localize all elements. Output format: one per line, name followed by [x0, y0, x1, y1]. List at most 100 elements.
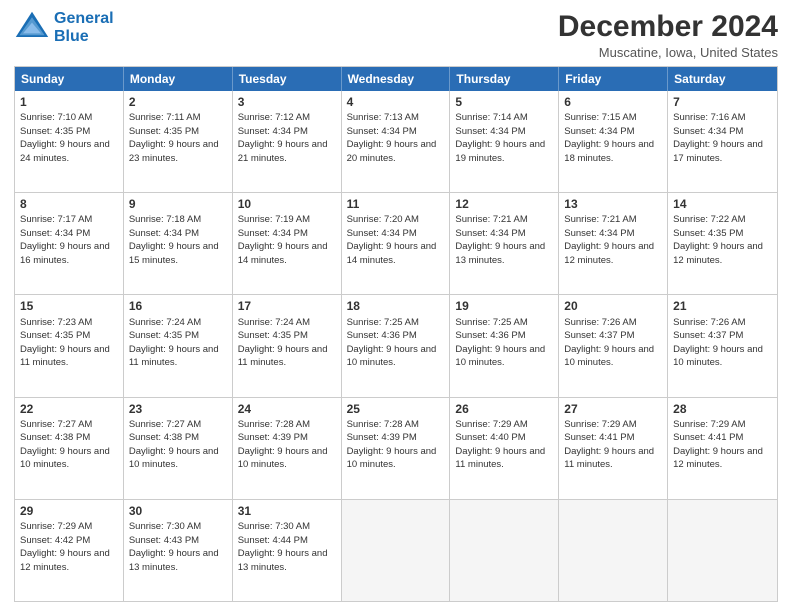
cell-info: Sunrise: 7:26 AMSunset: 4:37 PMDaylight:… [673, 317, 763, 369]
day-number: 6 [564, 94, 662, 110]
header-monday: Monday [124, 67, 233, 91]
day-number: 21 [673, 298, 772, 314]
cal-cell: 23 Sunrise: 7:27 AMSunset: 4:38 PMDaylig… [124, 398, 233, 499]
day-number: 8 [20, 196, 118, 212]
cal-cell: 13 Sunrise: 7:21 AMSunset: 4:34 PMDaylig… [559, 193, 668, 294]
day-number: 27 [564, 401, 662, 417]
cell-info: Sunrise: 7:26 AMSunset: 4:37 PMDaylight:… [564, 317, 654, 369]
day-number: 24 [238, 401, 336, 417]
cell-info: Sunrise: 7:16 AMSunset: 4:34 PMDaylight:… [673, 112, 763, 164]
cell-info: Sunrise: 7:11 AMSunset: 4:35 PMDaylight:… [129, 112, 219, 164]
cal-cell: 1 Sunrise: 7:10 AMSunset: 4:35 PMDayligh… [15, 91, 124, 192]
cal-cell: 25 Sunrise: 7:28 AMSunset: 4:39 PMDaylig… [342, 398, 451, 499]
cal-cell: 16 Sunrise: 7:24 AMSunset: 4:35 PMDaylig… [124, 295, 233, 396]
cell-info: Sunrise: 7:21 AMSunset: 4:34 PMDaylight:… [455, 214, 545, 266]
cell-info: Sunrise: 7:29 AMSunset: 4:42 PMDaylight:… [20, 521, 110, 573]
cell-info: Sunrise: 7:25 AMSunset: 4:36 PMDaylight:… [455, 317, 545, 369]
cal-cell: 17 Sunrise: 7:24 AMSunset: 4:35 PMDaylig… [233, 295, 342, 396]
cal-row-1: 1 Sunrise: 7:10 AMSunset: 4:35 PMDayligh… [15, 91, 777, 192]
cell-info: Sunrise: 7:24 AMSunset: 4:35 PMDaylight:… [238, 317, 328, 369]
day-number: 18 [347, 298, 445, 314]
cal-cell: 19 Sunrise: 7:25 AMSunset: 4:36 PMDaylig… [450, 295, 559, 396]
cell-info: Sunrise: 7:30 AMSunset: 4:44 PMDaylight:… [238, 521, 328, 573]
cell-info: Sunrise: 7:23 AMSunset: 4:35 PMDaylight:… [20, 317, 110, 369]
logo-line1: General [54, 10, 114, 27]
day-number: 4 [347, 94, 445, 110]
cal-cell [450, 500, 559, 601]
cal-cell: 5 Sunrise: 7:14 AMSunset: 4:34 PMDayligh… [450, 91, 559, 192]
calendar-header: Sunday Monday Tuesday Wednesday Thursday… [15, 67, 777, 91]
cell-info: Sunrise: 7:19 AMSunset: 4:34 PMDaylight:… [238, 214, 328, 266]
day-number: 1 [20, 94, 118, 110]
header-tuesday: Tuesday [233, 67, 342, 91]
cal-cell: 11 Sunrise: 7:20 AMSunset: 4:34 PMDaylig… [342, 193, 451, 294]
cal-cell [668, 500, 777, 601]
cal-cell: 7 Sunrise: 7:16 AMSunset: 4:34 PMDayligh… [668, 91, 777, 192]
day-number: 13 [564, 196, 662, 212]
cal-cell: 30 Sunrise: 7:30 AMSunset: 4:43 PMDaylig… [124, 500, 233, 601]
cal-cell [342, 500, 451, 601]
day-number: 11 [347, 196, 445, 212]
cell-info: Sunrise: 7:22 AMSunset: 4:35 PMDaylight:… [673, 214, 763, 266]
day-number: 10 [238, 196, 336, 212]
cell-info: Sunrise: 7:27 AMSunset: 4:38 PMDaylight:… [20, 419, 110, 471]
header-sunday: Sunday [15, 67, 124, 91]
month-title: December 2024 [558, 10, 778, 43]
day-number: 12 [455, 196, 553, 212]
cal-row-2: 8 Sunrise: 7:17 AMSunset: 4:34 PMDayligh… [15, 192, 777, 294]
logo-icon [14, 10, 50, 46]
cell-info: Sunrise: 7:21 AMSunset: 4:34 PMDaylight:… [564, 214, 654, 266]
cal-cell: 9 Sunrise: 7:18 AMSunset: 4:34 PMDayligh… [124, 193, 233, 294]
cal-cell: 24 Sunrise: 7:28 AMSunset: 4:39 PMDaylig… [233, 398, 342, 499]
cal-cell: 28 Sunrise: 7:29 AMSunset: 4:41 PMDaylig… [668, 398, 777, 499]
day-number: 17 [238, 298, 336, 314]
cell-info: Sunrise: 7:29 AMSunset: 4:41 PMDaylight:… [564, 419, 654, 471]
cell-info: Sunrise: 7:18 AMSunset: 4:34 PMDaylight:… [129, 214, 219, 266]
header-wednesday: Wednesday [342, 67, 451, 91]
cell-info: Sunrise: 7:20 AMSunset: 4:34 PMDaylight:… [347, 214, 437, 266]
title-area: December 2024 Muscatine, Iowa, United St… [558, 10, 778, 60]
cell-info: Sunrise: 7:15 AMSunset: 4:34 PMDaylight:… [564, 112, 654, 164]
day-number: 20 [564, 298, 662, 314]
day-number: 22 [20, 401, 118, 417]
cell-info: Sunrise: 7:27 AMSunset: 4:38 PMDaylight:… [129, 419, 219, 471]
day-number: 23 [129, 401, 227, 417]
cal-cell: 3 Sunrise: 7:12 AMSunset: 4:34 PMDayligh… [233, 91, 342, 192]
cell-info: Sunrise: 7:25 AMSunset: 4:36 PMDaylight:… [347, 317, 437, 369]
cal-cell: 27 Sunrise: 7:29 AMSunset: 4:41 PMDaylig… [559, 398, 668, 499]
cell-info: Sunrise: 7:29 AMSunset: 4:41 PMDaylight:… [673, 419, 763, 471]
day-number: 3 [238, 94, 336, 110]
cell-info: Sunrise: 7:17 AMSunset: 4:34 PMDaylight:… [20, 214, 110, 266]
day-number: 16 [129, 298, 227, 314]
cal-cell: 22 Sunrise: 7:27 AMSunset: 4:38 PMDaylig… [15, 398, 124, 499]
cal-cell [559, 500, 668, 601]
cal-row-4: 22 Sunrise: 7:27 AMSunset: 4:38 PMDaylig… [15, 397, 777, 499]
cal-cell: 18 Sunrise: 7:25 AMSunset: 4:36 PMDaylig… [342, 295, 451, 396]
cal-cell: 12 Sunrise: 7:21 AMSunset: 4:34 PMDaylig… [450, 193, 559, 294]
cell-info: Sunrise: 7:12 AMSunset: 4:34 PMDaylight:… [238, 112, 328, 164]
logo-line2: Blue [54, 28, 89, 45]
cell-info: Sunrise: 7:24 AMSunset: 4:35 PMDaylight:… [129, 317, 219, 369]
header-friday: Friday [559, 67, 668, 91]
day-number: 2 [129, 94, 227, 110]
day-number: 14 [673, 196, 772, 212]
header-saturday: Saturday [668, 67, 777, 91]
cell-info: Sunrise: 7:14 AMSunset: 4:34 PMDaylight:… [455, 112, 545, 164]
cal-cell: 4 Sunrise: 7:13 AMSunset: 4:34 PMDayligh… [342, 91, 451, 192]
cal-cell: 29 Sunrise: 7:29 AMSunset: 4:42 PMDaylig… [15, 500, 124, 601]
cell-info: Sunrise: 7:29 AMSunset: 4:40 PMDaylight:… [455, 419, 545, 471]
header: General Blue December 2024 Muscatine, Io… [14, 10, 778, 60]
calendar-body: 1 Sunrise: 7:10 AMSunset: 4:35 PMDayligh… [15, 91, 777, 601]
logo: General Blue [14, 10, 114, 46]
day-number: 30 [129, 503, 227, 519]
cal-row-5: 29 Sunrise: 7:29 AMSunset: 4:42 PMDaylig… [15, 499, 777, 601]
cell-info: Sunrise: 7:28 AMSunset: 4:39 PMDaylight:… [347, 419, 437, 471]
cell-info: Sunrise: 7:30 AMSunset: 4:43 PMDaylight:… [129, 521, 219, 573]
day-number: 28 [673, 401, 772, 417]
cal-cell: 14 Sunrise: 7:22 AMSunset: 4:35 PMDaylig… [668, 193, 777, 294]
cal-cell: 10 Sunrise: 7:19 AMSunset: 4:34 PMDaylig… [233, 193, 342, 294]
day-number: 5 [455, 94, 553, 110]
day-number: 29 [20, 503, 118, 519]
cal-cell: 2 Sunrise: 7:11 AMSunset: 4:35 PMDayligh… [124, 91, 233, 192]
logo-text: General Blue [54, 10, 114, 45]
